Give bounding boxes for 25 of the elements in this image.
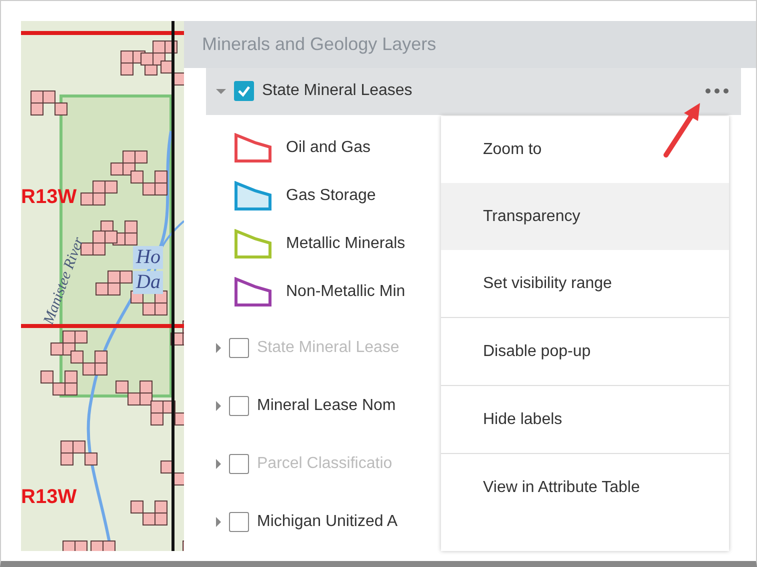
menu-item[interactable]: Hide labels	[441, 385, 729, 453]
map-label: Ho	[133, 246, 164, 269]
map-label: Da	[133, 271, 164, 294]
checkbox[interactable]	[234, 81, 254, 102]
layer-label[interactable]: Mineral Lease Nom	[257, 396, 396, 415]
caret-icon[interactable]	[216, 88, 226, 94]
checkbox[interactable]	[229, 512, 249, 532]
legend-label: Non-Metallic Min	[286, 282, 406, 301]
menu-item[interactable]: Set visibility range	[441, 250, 729, 317]
legend-label: Gas Storage	[286, 186, 376, 205]
menu-item[interactable]: Transparency	[441, 183, 729, 250]
caret-icon[interactable]	[216, 516, 221, 527]
layer-label[interactable]: State Mineral Leases	[262, 82, 412, 100]
menu-item[interactable]: View in Attribute Table	[441, 453, 729, 521]
checkbox[interactable]	[229, 396, 249, 416]
caret-icon[interactable]	[216, 400, 221, 411]
menu-item[interactable]: Disable pop-up	[441, 317, 729, 385]
panel-title: Minerals and Geology Layers	[184, 21, 756, 68]
map-label: R13W	[21, 486, 77, 509]
map-label: R13W	[21, 186, 77, 209]
menu-item[interactable]: Zoom to	[441, 116, 729, 183]
layer-label[interactable]: Michigan Unitized A	[257, 512, 398, 531]
legend-label: Metallic Minerals	[286, 234, 406, 253]
dots-icon	[705, 88, 729, 94]
legend-label: Oil and Gas	[286, 138, 370, 157]
